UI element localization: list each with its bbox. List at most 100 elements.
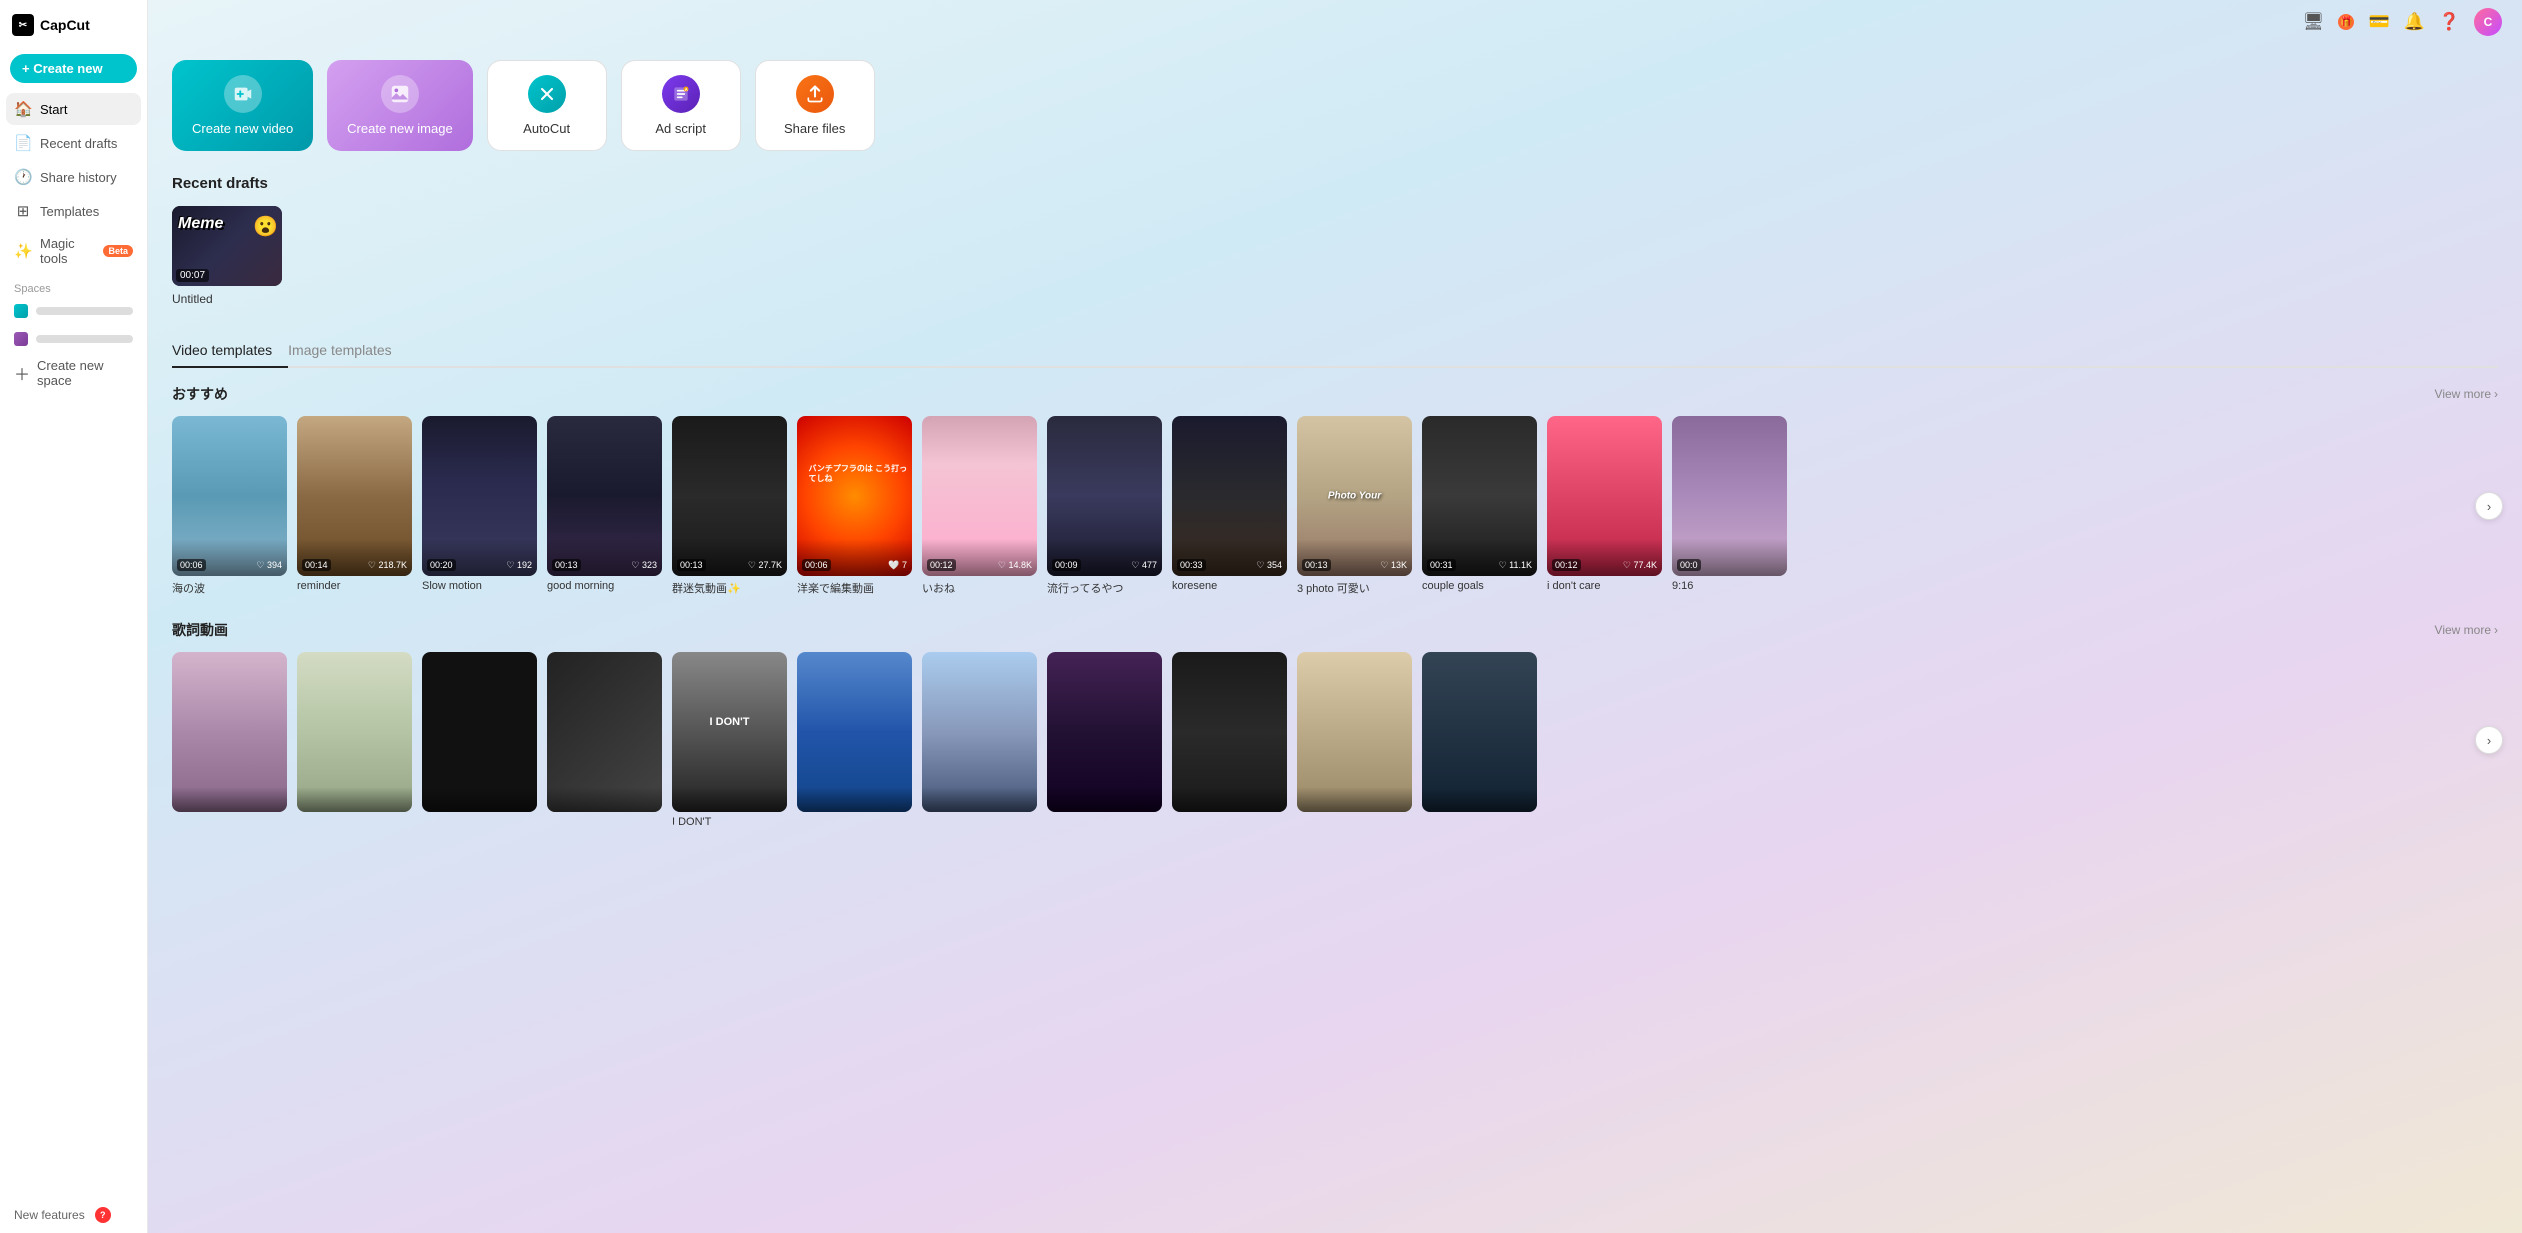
gift-icon[interactable]: 🎁 — [2338, 14, 2354, 30]
templates-icon: ⊞ — [14, 202, 32, 220]
ad-script-card[interactable]: A Ad script — [621, 60, 741, 151]
template-card-t3[interactable]: 00:20♡ 192Slow motion — [422, 416, 537, 596]
wallet-icon[interactable]: 💳 — [2368, 12, 2389, 32]
template-card-s1[interactable] — [172, 652, 287, 828]
monitor-icon[interactable]: 🖥 — [2303, 12, 2325, 32]
sidebar: ✂ CapCut + Create new 🏠 Start 📄 Recent d… — [0, 0, 148, 1233]
lyric-header: 歌詞動画 View more › — [172, 620, 2498, 640]
autocut-icon — [528, 75, 566, 113]
template-card-s3[interactable] — [422, 652, 537, 828]
create-space-label: Create new space — [37, 358, 133, 388]
sidebar-item-templates[interactable]: ⊞ Templates — [6, 195, 141, 227]
template-overlay-t6: 00:06 🤍 7 — [797, 539, 912, 576]
space-label-bar-1 — [36, 307, 133, 315]
template-card-s11[interactable] — [1422, 652, 1537, 828]
template-thumb-s6 — [797, 652, 912, 812]
main-content: 🖥 🎁 💳 🔔 ❓ C Create new video — [148, 0, 2522, 1233]
template-overlay-s2 — [297, 787, 412, 812]
osusume-section: おすすめ View more › 00:06♡ 394海の波00:14♡ 218… — [172, 384, 2498, 596]
space-dot-1 — [14, 304, 28, 318]
autocut-card[interactable]: AutoCut — [487, 60, 607, 151]
template-card-t8[interactable]: 00:09♡ 477流行ってるやつ — [1047, 416, 1162, 596]
tab-video-templates[interactable]: Video templates — [172, 334, 288, 368]
template-card-t1[interactable]: 00:06♡ 394海の波 — [172, 416, 287, 596]
osusume-scroll-right[interactable]: › — [2475, 492, 2503, 520]
template-name-t3: Slow motion — [422, 580, 537, 592]
space-label-bar-2 — [36, 335, 133, 343]
template-thumb-s9 — [1172, 652, 1287, 812]
template-card-s4[interactable] — [547, 652, 662, 828]
sidebar-item-share-history[interactable]: 🕐 Share history — [6, 161, 141, 193]
plus-icon: ＋ — [14, 361, 30, 385]
share-files-card[interactable]: Share files — [755, 60, 875, 151]
template-name-t12: i don't care — [1547, 580, 1662, 592]
lyric-scroll-right[interactable]: › — [2475, 726, 2503, 754]
svg-text:A: A — [684, 87, 687, 92]
template-thumb-t6: バンチプフラのは こう打ってしね00:06🤍 7 — [797, 416, 912, 576]
template-overlay-s4 — [547, 787, 662, 812]
sidebar-item-magic-tools[interactable]: ✨ Magic tools Beta — [6, 229, 141, 273]
create-video-card[interactable]: Create new video — [172, 60, 313, 151]
template-card-t10[interactable]: Photo Your00:13♡ 13K3 photo 可愛い — [1297, 416, 1412, 596]
template-duration-t6: 00:06 — [802, 559, 831, 571]
template-thumb-s7 — [922, 652, 1037, 812]
template-card-t4[interactable]: 00:13♡ 323good morning — [547, 416, 662, 596]
template-name-t2: reminder — [297, 580, 412, 592]
lyric-view-more[interactable]: View more › — [2435, 623, 2498, 637]
template-card-t12[interactable]: 00:12♡ 77.4Ki don't care — [1547, 416, 1662, 596]
lyric-section: 歌詞動画 View more › I DON'TI DON'T › — [172, 620, 2498, 828]
template-thumb-t10: Photo Your00:13♡ 13K — [1297, 416, 1412, 576]
bell-icon[interactable]: 🔔 — [2404, 12, 2425, 32]
template-overlay-t5: 00:13♡ 27.7K — [672, 539, 787, 576]
template-thumb-s10 — [1297, 652, 1412, 812]
template-card-t5[interactable]: 00:13♡ 27.7K群迷気動画✨ — [672, 416, 787, 596]
create-video-label: Create new video — [192, 121, 293, 136]
template-card-s5[interactable]: I DON'TI DON'T — [672, 652, 787, 828]
template-card-t2[interactable]: 00:14♡ 218.7Kreminder — [297, 416, 412, 596]
osusume-header: おすすめ View more › — [172, 384, 2498, 404]
template-duration-t12: 00:12 — [1552, 559, 1581, 571]
template-card-s10[interactable] — [1297, 652, 1412, 828]
template-card-t9[interactable]: 00:33♡ 354koresene — [1172, 416, 1287, 596]
new-features-item[interactable]: New features ? — [0, 1197, 147, 1233]
template-overlay-s6 — [797, 787, 912, 812]
create-new-button[interactable]: + Create new — [10, 54, 137, 83]
tab-image-templates[interactable]: Image templates — [288, 334, 408, 368]
template-thumb-t11: 00:31♡ 11.1K — [1422, 416, 1537, 576]
template-thumb-t1: 00:06♡ 394 — [172, 416, 287, 576]
create-new-space-button[interactable]: ＋ Create new space — [0, 351, 147, 395]
template-card-s2[interactable] — [297, 652, 412, 828]
help-icon[interactable]: ❓ — [2439, 12, 2460, 32]
logo[interactable]: ✂ CapCut — [0, 0, 147, 50]
logo-text: CapCut — [40, 17, 90, 33]
space-item-1[interactable] — [6, 299, 141, 323]
recent-drafts-title: Recent drafts — [172, 175, 2498, 192]
template-card-t11[interactable]: 00:31♡ 11.1Kcouple goals — [1422, 416, 1537, 596]
sidebar-item-recent-drafts[interactable]: 📄 Recent drafts — [6, 127, 141, 159]
template-likes-t3: ♡ 192 — [506, 560, 532, 571]
template-card-s9[interactable] — [1172, 652, 1287, 828]
template-card-s6[interactable] — [797, 652, 912, 828]
create-image-card[interactable]: Create new image — [327, 60, 473, 151]
space-item-2[interactable] — [6, 327, 141, 351]
chevron-right-icon: › — [2494, 387, 2498, 401]
template-card-s7[interactable] — [922, 652, 1037, 828]
template-card-t7[interactable]: 00:12♡ 14.8Kいおね — [922, 416, 1037, 596]
template-likes-t11: ♡ 11.1K — [1499, 560, 1532, 571]
space-dot-2 — [14, 332, 28, 346]
osusume-view-more[interactable]: View more › — [2435, 387, 2498, 401]
template-name-t13: 9:16 — [1672, 580, 1787, 592]
sidebar-item-start[interactable]: 🏠 Start — [6, 93, 141, 125]
osusume-row-container: 00:06♡ 394海の波00:14♡ 218.7Kreminder00:20♡… — [172, 416, 2498, 596]
lyric-label: 歌詞動画 — [172, 620, 228, 640]
sidebar-label-templates: Templates — [40, 204, 99, 219]
template-card-s8[interactable] — [1047, 652, 1162, 828]
draft-card-1[interactable]: Meme 😮 00:07 Untitled — [172, 206, 282, 306]
template-card-t13[interactable]: 00:09:16 — [1672, 416, 1787, 596]
template-likes-t6: 🤍 7 — [888, 560, 907, 571]
template-overlay-s10 — [1297, 787, 1412, 812]
user-avatar[interactable]: C — [2474, 8, 2502, 36]
template-duration-t5: 00:13 — [677, 559, 706, 571]
chevron-right-icon-lyric: › — [2494, 623, 2498, 637]
template-card-t6[interactable]: バンチプフラのは こう打ってしね00:06🤍 7洋楽で編集動画 — [797, 416, 912, 596]
